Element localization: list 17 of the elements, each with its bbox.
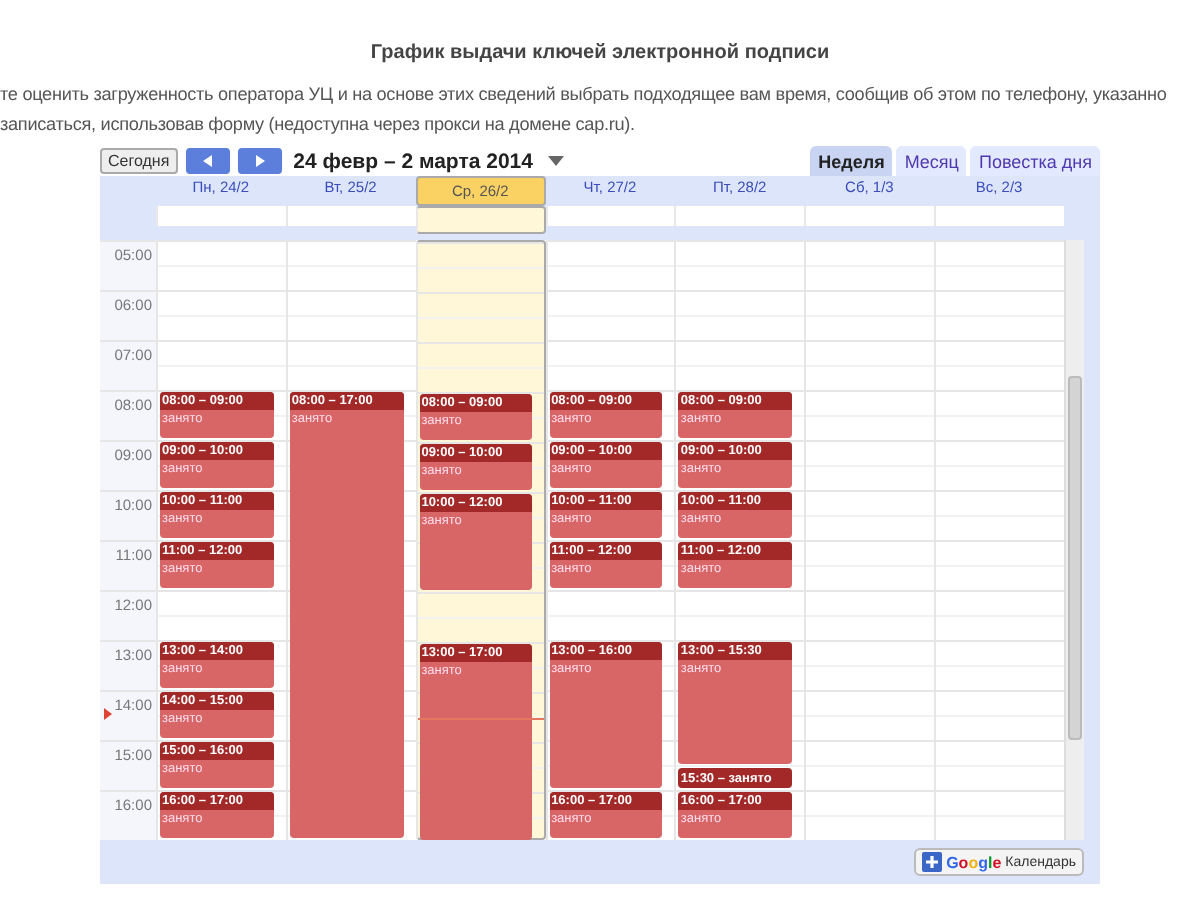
day-column[interactable] — [804, 240, 935, 840]
plus-icon — [922, 852, 943, 872]
today-button[interactable]: Сегодня — [100, 148, 178, 174]
intro-text-line: записаться, использовав форму (недоступна через прокси на домене cap.ru). — [0, 112, 637, 138]
view-tab[interactable]: Месяц — [896, 146, 967, 176]
caret-icon[interactable] — [548, 156, 565, 166]
date-range: 24 февр – 2 марта 2014 — [293, 149, 533, 173]
previous-button[interactable] — [185, 148, 230, 174]
page-title: График выдачи ключей электронной подписи — [368, 40, 832, 64]
scrollbar-thumb[interactable] — [1067, 376, 1082, 740]
intro-text-line: те оценить загруженность оператора УЦ и на основе этих сведений выбрать подходящее вам время, сообщив об этом по телефону, указанно — [0, 82, 1169, 108]
next-button[interactable] — [237, 148, 282, 174]
day-column[interactable] — [934, 240, 1064, 840]
view-tab[interactable]: Неделя — [810, 146, 893, 176]
all-day-cell[interactable] — [415, 206, 546, 234]
view-tab[interactable]: Повестка дня — [970, 146, 1100, 176]
current-time-marker-icon — [104, 708, 112, 720]
